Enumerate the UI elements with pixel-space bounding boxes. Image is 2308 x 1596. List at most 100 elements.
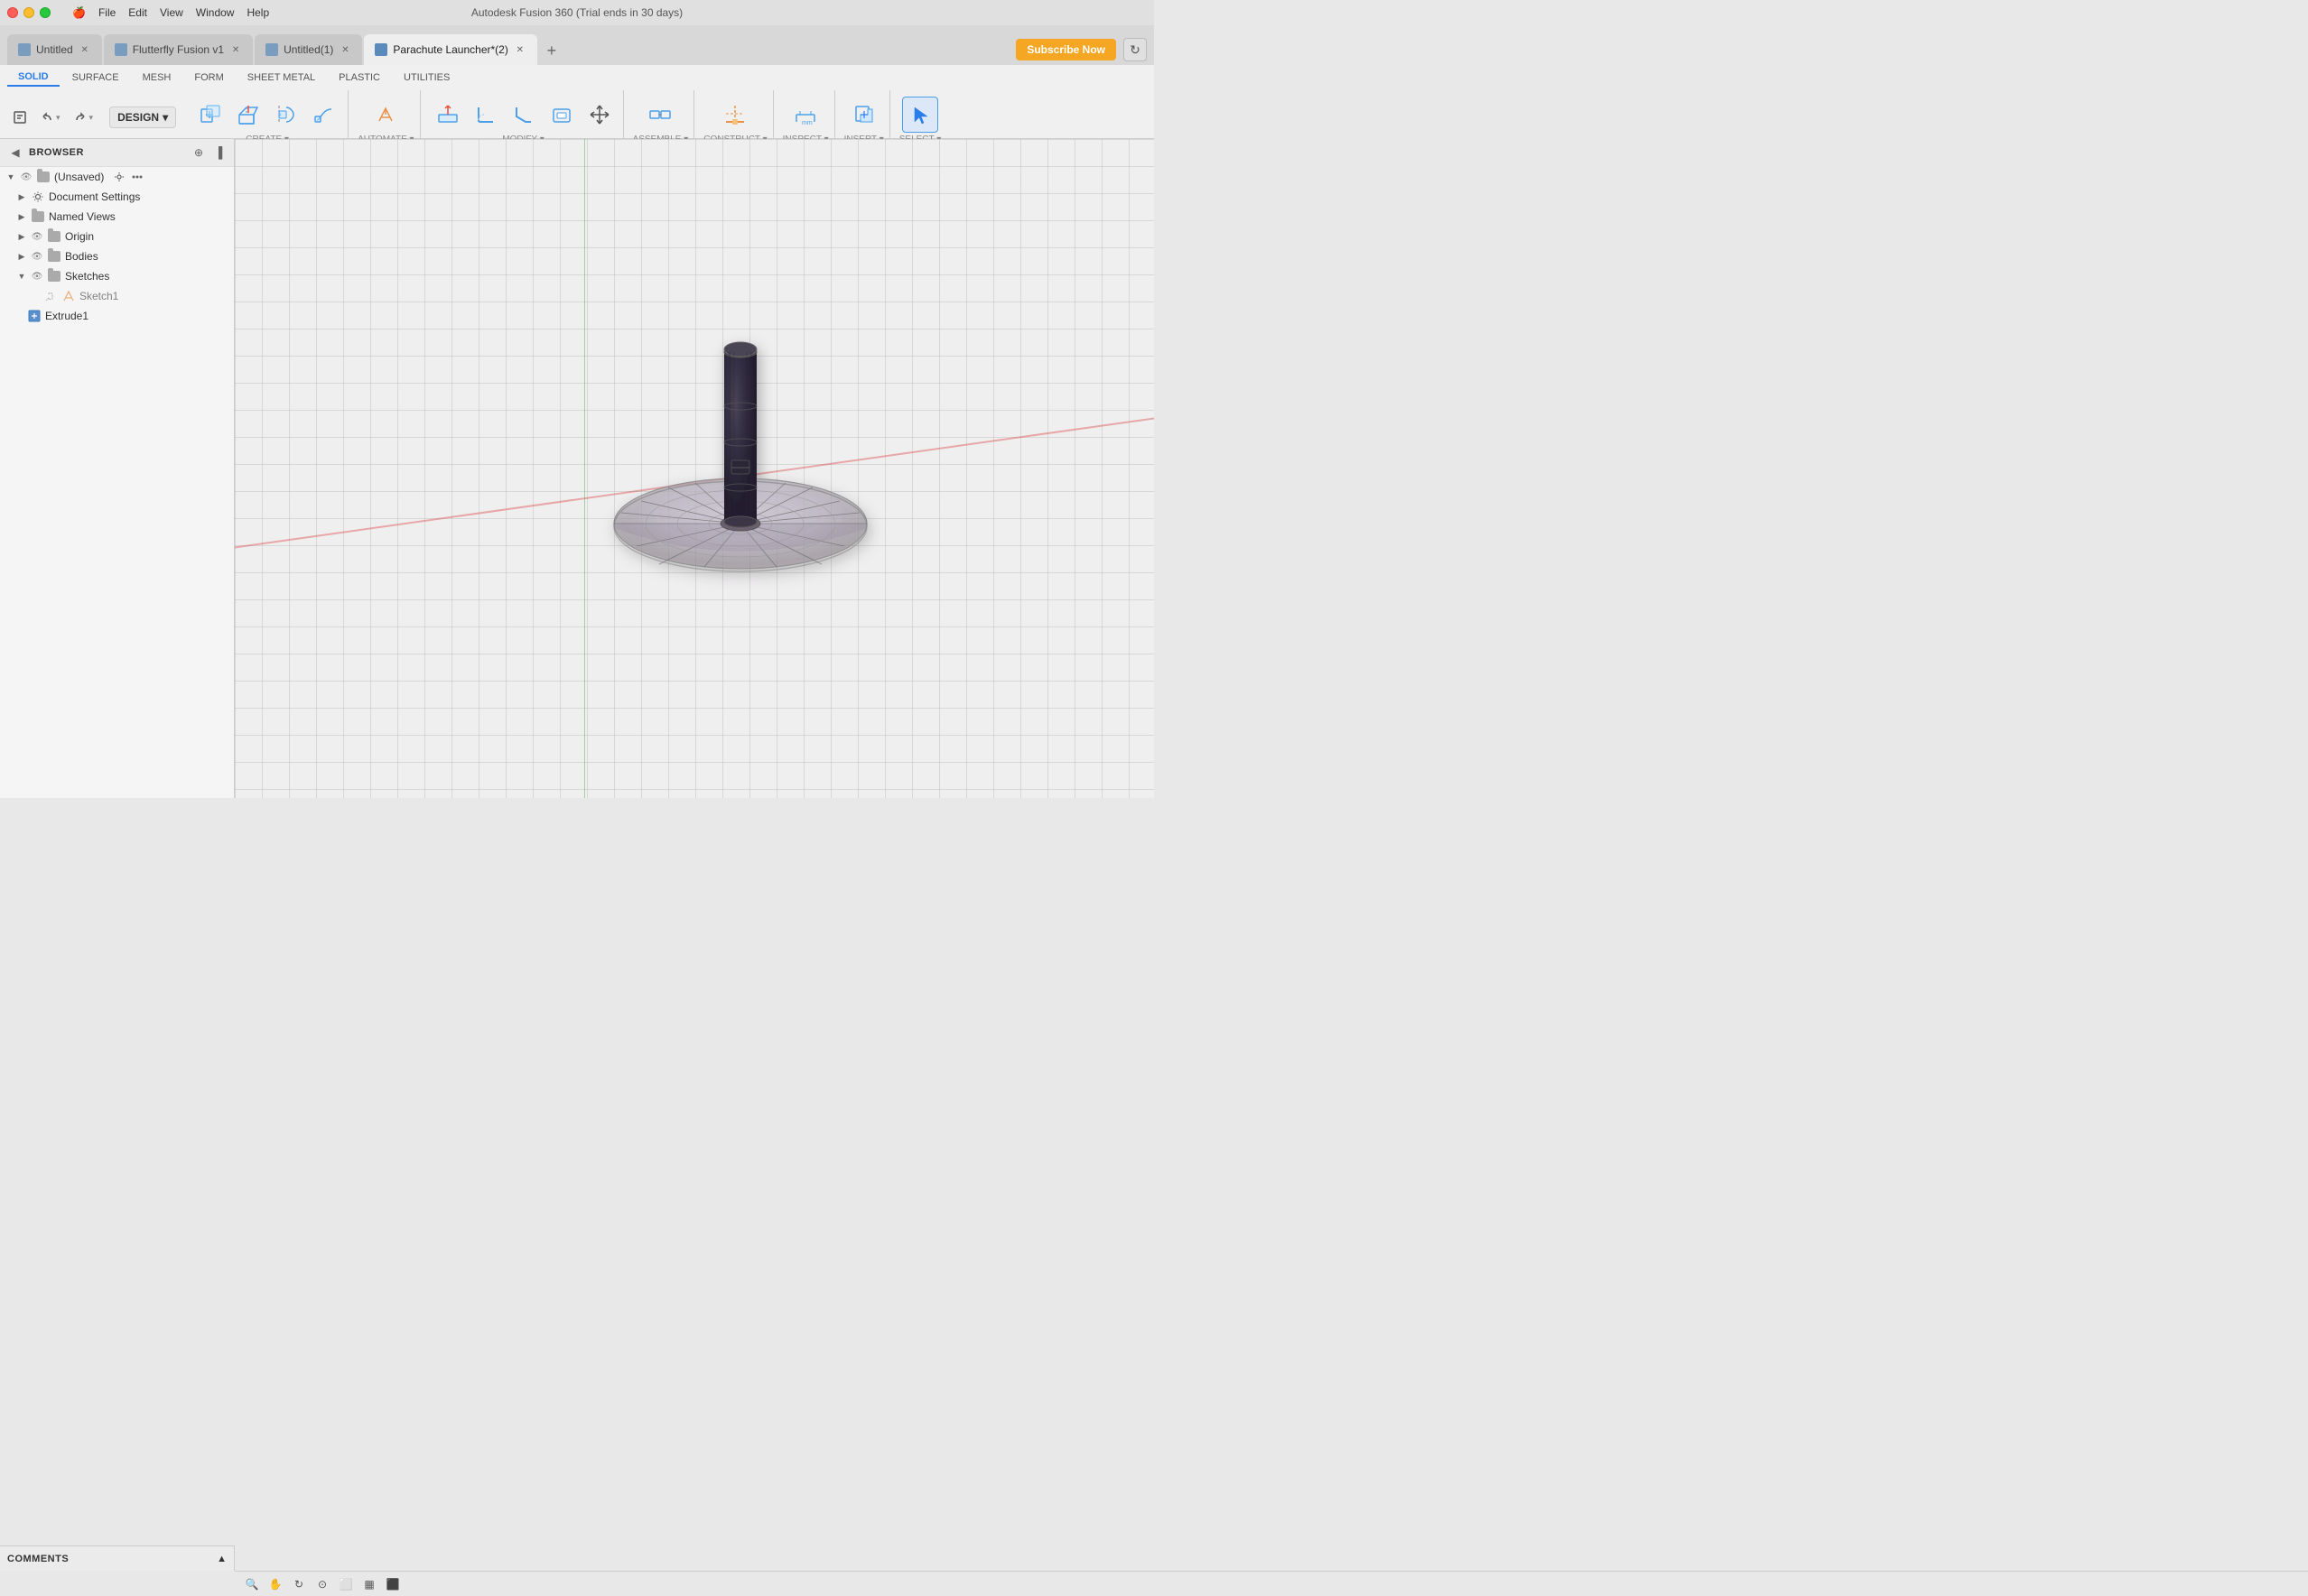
toolbar-tab-solid[interactable]: SOLID [7, 69, 60, 87]
create-items [192, 97, 342, 133]
tree-label-extrude1: Extrude1 [45, 310, 88, 322]
orbit-button[interactable]: ↻ [289, 1574, 309, 1594]
fillet-button[interactable] [468, 97, 504, 133]
toolbar-tab-plastic[interactable]: PLASTIC [328, 70, 391, 86]
design-dropdown[interactable]: DESIGN ▾ [109, 107, 176, 128]
construct-items [717, 97, 753, 133]
menu-window[interactable]: Window [196, 6, 235, 19]
revolve-button[interactable] [268, 97, 304, 133]
browser-back-button[interactable]: ◀ [7, 144, 23, 161]
insert-button[interactable] [846, 97, 882, 133]
sweep-button[interactable] [306, 97, 342, 133]
browser-collapse-button[interactable]: ▐ [210, 144, 227, 161]
tree-origin[interactable]: ▶ 👁 Origin [0, 227, 234, 246]
tree-dot-menu[interactable] [131, 171, 144, 183]
add-tab-button[interactable]: + [539, 38, 564, 63]
look-at-button[interactable]: ⊙ [312, 1574, 332, 1594]
save-button[interactable] [7, 107, 33, 128]
extrude-button[interactable] [230, 97, 266, 133]
construct-group-inner: CONSTRUCT ▾ [703, 97, 767, 144]
press-pull-button[interactable] [430, 97, 466, 133]
tab-close-parachute[interactable]: ✕ [514, 43, 526, 56]
tree-root[interactable]: ▼ 👁 (Unsaved) [0, 167, 234, 187]
design-label: DESIGN [117, 111, 159, 124]
undo-redo-group: ▾ ▾ [7, 107, 98, 128]
comments-bar: COMMENTS ▲ [0, 1545, 235, 1571]
undo-button[interactable]: ▾ [34, 107, 66, 128]
tree-eye-origin[interactable]: 👁 [31, 230, 43, 243]
redo-button[interactable]: ▾ [68, 107, 99, 128]
3d-viewport[interactable] [235, 139, 1154, 798]
link-icon [43, 289, 58, 303]
menu-help[interactable]: Help [247, 6, 269, 19]
tree-arrow-bodies: ▶ [16, 251, 27, 262]
tree-sketches[interactable]: ▼ 👁 Sketches [0, 266, 234, 286]
display-mode-button[interactable]: ▦ [359, 1574, 379, 1594]
maximize-button[interactable] [40, 7, 51, 18]
automate-group: AUTOMATE ▾ [352, 90, 420, 144]
toolbar-tab-form[interactable]: FORM [183, 70, 234, 86]
tree-eye-sketches[interactable]: 👁 [31, 270, 43, 283]
tab-untitled1[interactable]: Untitled(1) ✕ [255, 34, 362, 65]
tree-arrow-root: ▼ [5, 172, 16, 182]
close-button[interactable] [7, 7, 18, 18]
comments-expand-button[interactable]: ▲ [217, 1554, 227, 1564]
new-component-button[interactable] [192, 97, 228, 133]
tab-label: Untitled [36, 43, 73, 56]
tree-extrude1[interactable]: ▶ Extrude1 [0, 306, 234, 326]
toolbar-tab-surface[interactable]: SURFACE [61, 70, 130, 86]
tree-eye-root[interactable]: 👁 [20, 171, 33, 183]
tab-icon [115, 43, 127, 56]
assemble-group: ASSEMBLE ▾ [628, 90, 695, 144]
inspect-items: mm [787, 97, 824, 133]
3d-model [587, 280, 894, 623]
menu-view[interactable]: View [160, 6, 183, 19]
tab-close-untitled1[interactable]: ✕ [339, 43, 351, 56]
tree-label-named-views: Named Views [49, 210, 116, 223]
menu-edit[interactable]: Edit [128, 6, 147, 19]
menu-apple[interactable]: 🍎 [72, 6, 86, 19]
move-icon [587, 102, 612, 127]
modify-items [430, 97, 618, 133]
tree-document-settings[interactable]: ▶ Document Settings [0, 187, 234, 207]
folder-icon-origin [47, 229, 61, 244]
refresh-button[interactable]: ↻ [1123, 38, 1147, 61]
construct-button[interactable] [717, 97, 753, 133]
select-button[interactable] [902, 97, 938, 133]
tab-close-untitled[interactable]: ✕ [79, 43, 91, 56]
tree-bodies[interactable]: ▶ 👁 Bodies [0, 246, 234, 266]
tree-arrow-sketches: ▼ [16, 271, 27, 282]
view-cube-button[interactable]: ⬜ [336, 1574, 356, 1594]
automate-icon [373, 102, 398, 127]
automate-button[interactable] [368, 97, 404, 133]
toolbar-tab-utilities[interactable]: UTILITIES [393, 70, 461, 86]
zoom-button[interactable]: 🔍 [242, 1574, 262, 1594]
tab-untitled[interactable]: Untitled ✕ [7, 34, 102, 65]
tab-close-flutterfly[interactable]: ✕ [229, 43, 242, 56]
tab-parachute[interactable]: Parachute Launcher*(2) ✕ [364, 34, 536, 65]
tree-eye-bodies[interactable]: 👁 [31, 250, 43, 263]
inspect-button[interactable]: mm [787, 97, 824, 133]
tab-flutterfly[interactable]: Flutterfly Fusion v1 ✕ [104, 34, 253, 65]
subscribe-button[interactable]: Subscribe Now [1016, 39, 1116, 60]
move-button[interactable] [582, 97, 618, 133]
select-group: SELECT ▾ [894, 90, 947, 144]
chamfer-button[interactable] [506, 97, 542, 133]
menu-file[interactable]: File [98, 6, 116, 19]
joint-icon [647, 102, 673, 127]
browser-pin-button[interactable]: ⊕ [191, 144, 207, 161]
shell-button[interactable] [544, 97, 580, 133]
joint-button[interactable] [642, 97, 678, 133]
tree-named-views[interactable]: ▶ Named Views [0, 207, 234, 227]
press-pull-icon [435, 102, 461, 127]
bottom-tools: 🔍 ✋ ↻ ⊙ ⬜ ▦ ⬛ [242, 1574, 403, 1594]
visual-style-button[interactable]: ⬛ [383, 1574, 403, 1594]
tree-label-sketches: Sketches [65, 270, 109, 283]
pan-button[interactable]: ✋ [265, 1574, 285, 1594]
toolbar-tab-sheet-metal[interactable]: SHEET METAL [237, 70, 326, 86]
toolbar-tab-mesh[interactable]: MESH [132, 70, 182, 86]
minimize-button[interactable] [23, 7, 34, 18]
tree-sketch1[interactable]: ▶ Sketch1 [0, 286, 234, 306]
tree-settings-icon[interactable] [113, 171, 126, 183]
extrude-tree-icon [27, 309, 42, 323]
